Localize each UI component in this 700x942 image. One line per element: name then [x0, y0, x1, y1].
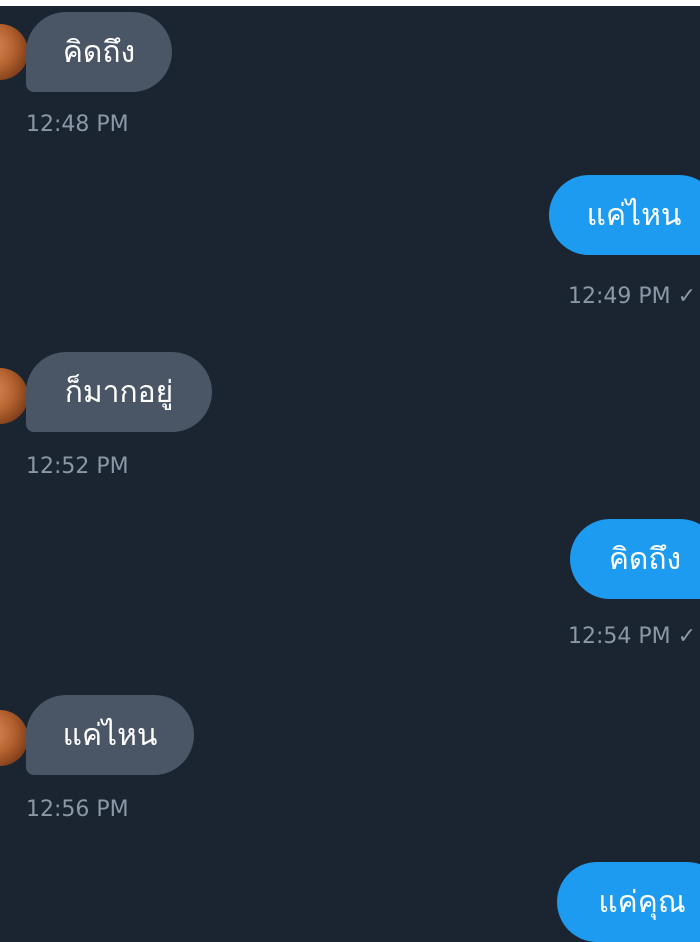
message-bubble[interactable]: คิดถึง: [570, 519, 700, 599]
contact-avatar[interactable]: [0, 24, 28, 80]
message-bubble[interactable]: แค่คุณ: [557, 862, 700, 942]
message-bubble[interactable]: คิดถึง: [26, 12, 172, 92]
message-timestamp: 12:48 PM: [26, 112, 129, 137]
message-timestamp: 12:56 PM: [26, 797, 129, 822]
top-bar: [0, 0, 700, 6]
message-timestamp: 12:54 PM ✓: [568, 624, 697, 649]
contact-avatar[interactable]: [0, 368, 28, 424]
message-timestamp: 12:52 PM: [26, 454, 129, 479]
contact-avatar[interactable]: [0, 710, 28, 766]
message-bubble[interactable]: แค่ไหน: [26, 695, 194, 775]
message-bubble[interactable]: แค่ไหน: [549, 175, 700, 255]
message-timestamp: 12:49 PM ✓: [568, 284, 697, 309]
message-bubble[interactable]: ก็มากอยู่: [26, 352, 212, 432]
